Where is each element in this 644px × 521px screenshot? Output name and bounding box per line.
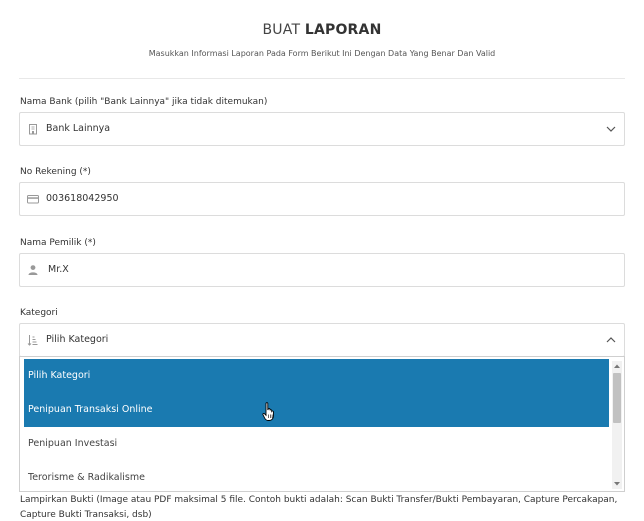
credit-card-icon <box>27 195 39 204</box>
scroll-down-arrow-icon[interactable] <box>613 481 621 487</box>
category-value: Pilih Kategori <box>46 334 109 345</box>
header-divider <box>19 78 625 79</box>
sort-icon <box>27 335 38 346</box>
bank-label: Nama Bank (pilih "Bank Lainnya" jika tid… <box>20 97 268 107</box>
owner-name-input[interactable]: Mr.X <box>19 253 625 287</box>
evidence-label: Lampirkan Bukti (Image atau PDF maksimal… <box>20 495 618 520</box>
dropdown-option-penipuan-transaksi-online[interactable]: Penipuan Transaksi Online <box>24 393 609 427</box>
bank-select[interactable]: Bank Lainnya <box>19 112 625 146</box>
dropdown-option-pilih-kategori[interactable]: Pilih Kategori <box>24 359 609 393</box>
dropdown-scrollbar[interactable] <box>612 361 622 489</box>
form-header: BUAT LAPORAN Masukkan Informasi Laporan … <box>0 0 644 58</box>
dropdown-option-penipuan-investasi[interactable]: Penipuan Investasi <box>24 427 609 461</box>
hand-pointer-cursor-icon <box>262 402 274 421</box>
page-subtitle: Masukkan Informasi Laporan Pada Form Ber… <box>148 49 496 58</box>
user-icon <box>28 265 38 275</box>
dropdown-option-terorisme-radikalisme[interactable]: Terorisme & Radikalisme <box>24 461 609 491</box>
category-label: Kategori <box>20 308 58 318</box>
owner-label: Nama Pemilik (*) <box>20 238 96 248</box>
account-number-value: 003618042950 <box>46 193 119 204</box>
chevron-up-icon[interactable] <box>606 335 616 345</box>
scroll-up-arrow-icon[interactable] <box>613 363 621 369</box>
chevron-down-icon[interactable] <box>606 124 616 134</box>
category-dropdown-list[interactable]: Pilih Kategori Penipuan Transaksi Online… <box>19 356 625 492</box>
bank-value: Bank Lainnya <box>46 123 111 134</box>
page-title: BUAT LAPORAN <box>262 22 382 38</box>
category-select[interactable]: Pilih Kategori <box>19 323 625 357</box>
bank-icon <box>29 124 37 135</box>
scroll-thumb[interactable] <box>613 373 621 423</box>
account-label: No Rekening (*) <box>20 167 91 177</box>
owner-name-value: Mr.X <box>48 264 69 275</box>
account-number-input[interactable]: 003618042950 <box>19 182 625 216</box>
